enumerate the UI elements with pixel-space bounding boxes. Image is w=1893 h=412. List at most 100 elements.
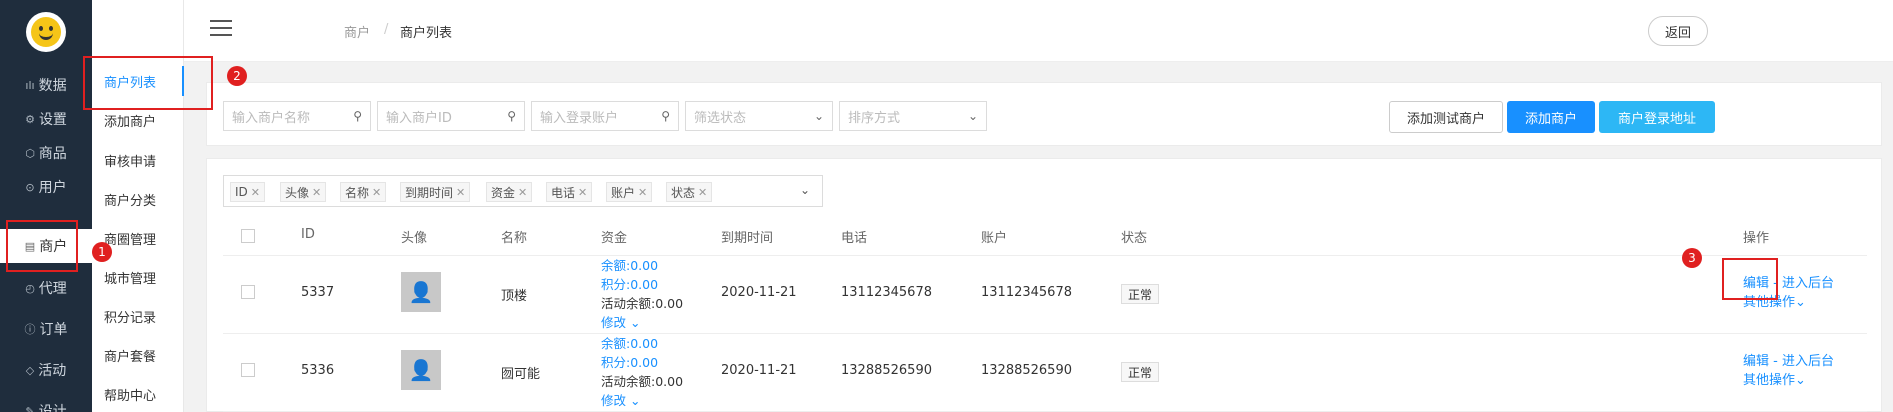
avatar: 👤 [401, 350, 441, 390]
enter-backend-link[interactable]: 进入后台 [1782, 276, 1834, 291]
status-badge: 正常 [1121, 362, 1160, 382]
cell-account: 13288526590 [981, 363, 1072, 378]
close-icon[interactable]: ✕ [372, 186, 381, 199]
row-checkbox[interactable] [241, 363, 255, 377]
divider [223, 255, 1867, 256]
header-status: 状态 [1121, 231, 1148, 246]
clock-icon: ◴ [25, 281, 35, 295]
submenu-points[interactable]: 积分记录 [92, 301, 184, 331]
cell-id: 5336 [301, 363, 335, 378]
nav-item-activity[interactable]: ◇ 活动 [0, 353, 92, 387]
breadcrumb-parent[interactable]: 商户 [344, 22, 370, 41]
close-icon[interactable]: ✕ [638, 186, 647, 199]
tag-icon: ◇ [25, 363, 35, 377]
column-tag[interactable]: ID ✕ [230, 182, 265, 202]
top-header: 商户 / 商户列表 返回 [184, 0, 1893, 62]
close-icon[interactable]: ✕ [312, 186, 321, 199]
column-tag[interactable]: 资金 ✕ [486, 182, 533, 202]
nav-item-orders[interactable]: ⓘ 订单 [0, 312, 92, 346]
cell-phone: 13288526590 [841, 363, 932, 378]
merchant-login-url-button[interactable]: 商户登录地址 [1599, 101, 1715, 133]
nav-item-design[interactable]: ✎ 设计 [0, 394, 92, 412]
activity-balance-text: 活动余额:0.00 [601, 374, 684, 389]
design-icon: ✎ [25, 404, 35, 412]
header-expire: 到期时间 [721, 231, 774, 246]
cell-expire: 2020-11-21 [721, 363, 797, 378]
row-checkbox[interactable] [241, 285, 255, 299]
activity-balance-text: 活动余额:0.00 [601, 296, 684, 311]
column-tag[interactable]: 状态 ✕ [666, 182, 713, 202]
submenu-city[interactable]: 城市管理 [92, 262, 184, 292]
header-account: 账户 [981, 231, 1008, 246]
chevron-down-icon[interactable]: ⌄ [800, 183, 810, 197]
add-merchant-button[interactable]: 添加商户 [1507, 101, 1595, 133]
modify-link[interactable]: 修改 ⌄ [601, 313, 683, 332]
select-all-checkbox[interactable] [241, 229, 255, 243]
submenu-help[interactable]: 帮助中心 [92, 379, 184, 409]
logo[interactable] [26, 12, 66, 52]
submenu-category[interactable]: 商户分类 [92, 184, 184, 214]
more-actions-link[interactable]: 其他操作⌄ [1743, 371, 1834, 390]
nav-item-agent[interactable]: ◴ 代理 [0, 271, 92, 305]
enter-backend-link[interactable]: 进入后台 [1782, 354, 1834, 369]
avatar: 👤 [401, 272, 441, 312]
box-icon: ⬡ [25, 146, 35, 160]
annotation-box-edit [1722, 258, 1778, 300]
edit-link[interactable]: 编辑 [1743, 354, 1769, 369]
menu-toggle-icon[interactable] [210, 20, 232, 36]
column-tag[interactable]: 头像 ✕ [280, 182, 327, 202]
cell-name: 顶楼 [501, 289, 528, 304]
breadcrumb-current: 商户列表 [400, 26, 453, 41]
submenu-package[interactable]: 商户套餐 [92, 340, 184, 370]
close-icon[interactable]: ✕ [251, 186, 260, 199]
points-text: 积分:0.00 [601, 277, 659, 292]
submenu-review[interactable]: 审核申请 [92, 145, 184, 175]
main-nav: ılı 数据 ⚙ 设置 ⬡ 商品 ⊙ 用户 ▤ 商户 ◴ 代理 ⓘ 订单 ◇ 活动 ✎ 设计 [0, 0, 92, 412]
annotation-box-merchant [6, 220, 78, 272]
sort-select[interactable]: 排序方式 ⌄ [839, 101, 987, 131]
nav-item-products[interactable]: ⬡ 商品 [0, 136, 92, 170]
cell-phone: 13112345678 [841, 285, 932, 300]
close-icon[interactable]: ✕ [578, 186, 587, 199]
chart-icon: ılı [25, 78, 35, 92]
header-ops: 操作 [1743, 231, 1770, 246]
status-select[interactable]: 筛选状态 ⌄ [685, 101, 833, 131]
chevron-down-icon: ⌄ [630, 315, 641, 330]
merchant-name-input[interactable]: 输入商户名称 ⚲ [223, 101, 371, 131]
close-icon[interactable]: ✕ [456, 186, 465, 199]
column-tag[interactable]: 到期时间 ✕ [400, 182, 471, 202]
points-text: 积分:0.00 [601, 355, 659, 370]
header-funds: 资金 [601, 231, 628, 246]
chevron-down-icon: ⌄ [630, 393, 641, 408]
chevron-down-icon: ⌄ [967, 109, 978, 123]
chevron-down-icon: ⌄ [1795, 295, 1806, 310]
cell-account: 13112345678 [981, 285, 1072, 300]
nav-item-data[interactable]: ılı 数据 [0, 68, 92, 102]
breadcrumb-separator: / [384, 22, 389, 37]
close-icon[interactable]: ✕ [518, 186, 527, 199]
add-test-merchant-button[interactable]: 添加测试商户 [1389, 101, 1503, 133]
cell-id: 5337 [301, 285, 335, 300]
status-badge: 正常 [1121, 284, 1160, 304]
cell-expire: 2020-11-21 [721, 285, 797, 300]
login-account-input[interactable]: 输入登录账户 ⚲ [531, 101, 679, 131]
cell-name: 囫可能 [501, 367, 541, 382]
modify-link[interactable]: 修改 ⌄ [601, 391, 683, 410]
user-placeholder-icon: 👤 [408, 358, 434, 382]
column-tag[interactable]: 电话 ✕ [546, 182, 593, 202]
nav-item-settings[interactable]: ⚙ 设置 [0, 102, 92, 136]
column-selector[interactable]: ID ✕ 头像 ✕ 名称 ✕ 到期时间 ✕ 资金 ✕ 电话 ✕ 账户 ✕ 状态 ✕ ⌄ [223, 175, 823, 207]
search-icon[interactable]: ⚲ [507, 109, 516, 123]
header-phone: 电话 [841, 231, 868, 246]
chevron-down-icon: ⌄ [1795, 373, 1806, 388]
row-actions: 编辑 - 进入后台 其他操作⌄ [1743, 352, 1834, 390]
column-tag[interactable]: 账户 ✕ [606, 182, 653, 202]
column-tag[interactable]: 名称 ✕ [340, 182, 387, 202]
close-icon[interactable]: ✕ [698, 186, 707, 199]
search-icon[interactable]: ⚲ [661, 109, 670, 123]
user-icon: ⊙ [25, 180, 35, 194]
merchant-id-input[interactable]: 输入商户ID ⚲ [377, 101, 525, 131]
nav-item-users[interactable]: ⊙ 用户 [0, 170, 92, 204]
back-button[interactable]: 返回 [1648, 16, 1708, 46]
search-icon[interactable]: ⚲ [353, 109, 362, 123]
